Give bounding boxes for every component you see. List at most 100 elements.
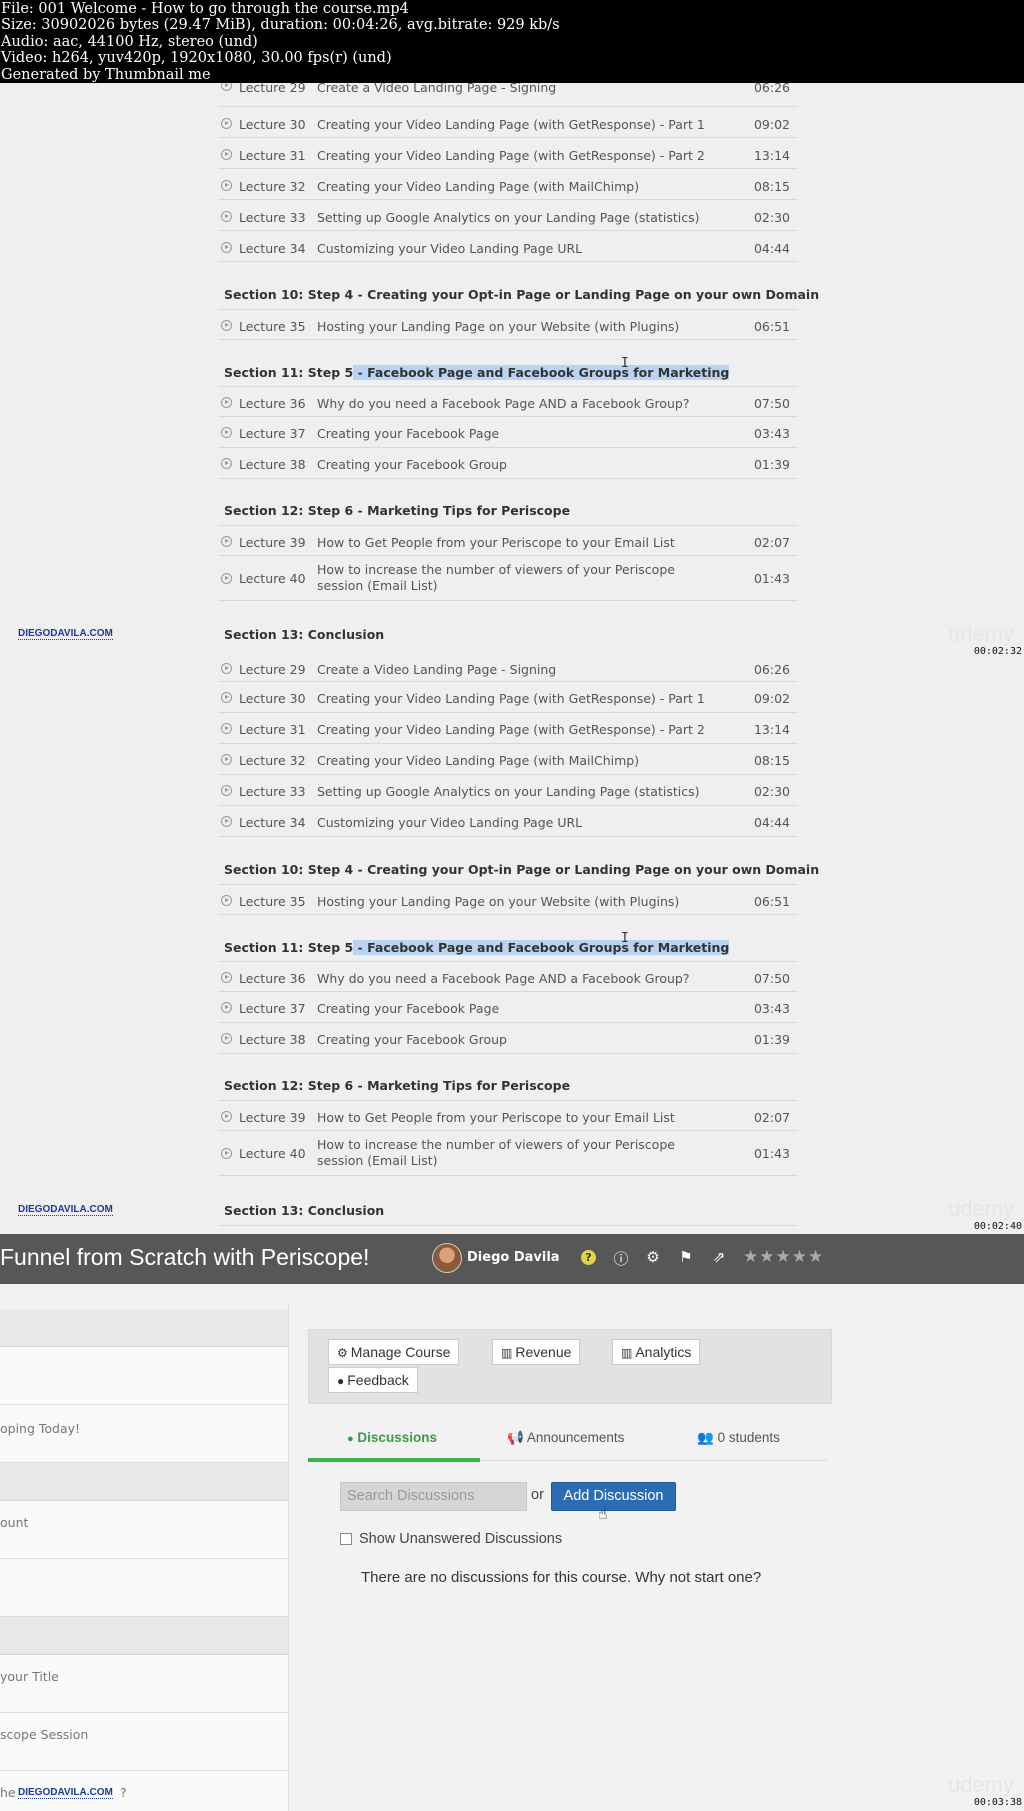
instructor-actions-panel: ⚙ Manage Course ▥ Revenue ▥ Analytics ● Feed… [308,1329,832,1404]
share-icon[interactable]: ⇗ [710,1248,728,1266]
lecture-duration: 13:14 [753,722,790,737]
lecture-number: Lecture 33 [239,784,306,799]
help-icon[interactable]: ? [581,1250,596,1265]
lecture-row[interactable]: Lecture 29 Create a Video Landing Page - … [218,658,798,682]
lecture-row[interactable]: Lecture 40 How to increase the number of … [218,556,798,601]
site-logo: DIEGODAVILA.COM [18,1787,113,1799]
left-panel-item[interactable]: he DIEGODAVILA.COM? [0,1771,288,1811]
gear-icon[interactable]: ⚙ [644,1248,662,1266]
star-icon[interactable]: ★ [792,1247,808,1267]
lecture-title: Creating your Video Landing Page (with G… [317,722,705,737]
left-panel-item-label: ount [0,1515,29,1530]
add-discussion-button[interactable]: Add Discussion [551,1482,676,1511]
lecture-title: Customizing your Video Landing Page URL [317,815,583,830]
lecture-number: Lecture 37 [239,426,306,441]
left-panel-item-label: ? [120,1785,127,1800]
udemy-watermark: udemy [947,1772,1014,1797]
lecture-row[interactable]: Lecture 30 Creating your Video Landing Pa… [218,107,798,138]
lecture-row[interactable]: Lecture 36 Why do you need a Facebook Pag… [218,386,798,417]
left-panel-item[interactable] [0,1559,288,1617]
play-circle-icon [221,1111,232,1122]
tab-discussions[interactable]: ● Discussions [347,1430,437,1445]
left-panel-item[interactable]: your Title [0,1655,288,1713]
revenue-button[interactable]: ▥ Revenue [492,1339,581,1365]
section-heading: Section 10: Step 4 - Creating your Opt-i… [224,287,820,302]
play-circle-icon [221,785,232,796]
video-info-header: File: 001 Welcome - How to go through th… [0,0,1024,83]
lecture-row[interactable]: Lecture 36 Why do you need a Facebook Pag… [218,961,798,992]
lecture-row[interactable]: Lecture 38 Creating your Facebook Group 01… [218,448,798,479]
bar-chart-icon: ▥ [621,1346,633,1360]
left-panel-header [0,1309,288,1347]
play-circle-icon [221,1002,232,1013]
lecture-row[interactable]: Lecture 38 Creating your Facebook Group 01… [218,1023,798,1054]
manage-course-button[interactable]: ⚙ Manage Course [328,1339,460,1365]
search-discussions-input[interactable]: Search Discussions [340,1482,527,1511]
site-logo: DIEGODAVILA.COM [18,628,113,640]
left-panel-item[interactable]: ount [0,1501,288,1559]
lecture-number: Lecture 35 [239,319,306,334]
lecture-duration: 09:02 [753,117,790,132]
lecture-title: Creating your Video Landing Page (with G… [317,148,705,163]
lecture-duration: 04:44 [753,241,790,256]
play-circle-icon [221,816,232,827]
rating-stars[interactable]: ★★★★★ [743,1247,824,1267]
lecture-row[interactable]: Lecture 40 How to increase the number of … [218,1131,798,1176]
left-panel-item-label: your Title [0,1669,59,1684]
lecture-title: Creating your Facebook Group [317,457,507,472]
hand-pointer-icon: ☝ [598,1504,608,1523]
author-name[interactable]: Diego Davila [467,1250,560,1265]
show-unanswered-checkbox[interactable] [340,1533,352,1545]
lecture-row[interactable]: Lecture 29 Create a Video Landing Page - … [218,83,798,107]
gear-small-icon: ⚙ [337,1346,348,1360]
lecture-title: Creating your Video Landing Page (with M… [317,179,640,194]
lecture-row[interactable]: Lecture 37 Creating your Facebook Page 03:… [218,992,798,1023]
lecture-duration: 06:26 [753,662,790,677]
feedback-button[interactable]: ● Feedback [328,1367,418,1393]
lecture-title: How to increase the number of viewers of… [317,1137,675,1168]
star-icon[interactable]: ★ [808,1247,824,1267]
tab-announcements[interactable]: 📢 Announcements [507,1430,624,1446]
lecture-row[interactable]: Lecture 33 Setting up Google Analytics on… [218,775,798,806]
analytics-button[interactable]: ▥ Analytics [612,1339,701,1365]
lecture-duration: 01:43 [753,1146,790,1161]
left-panel-item[interactable] [0,1347,288,1405]
lecture-number: Lecture 32 [239,179,306,194]
star-icon[interactable]: ★ [759,1247,775,1267]
play-circle-icon [221,458,232,469]
lecture-row[interactable]: Lecture 37 Creating your Facebook Page 03:… [218,417,798,448]
star-icon[interactable]: ★ [743,1247,759,1267]
button-label: Analytics [635,1344,692,1360]
text-cursor-icon: I [621,931,629,946]
lecture-row[interactable]: Lecture 31 Creating your Video Landing Pa… [218,138,798,169]
site-logo: DIEGODAVILA.COM [18,1204,113,1216]
left-panel-item[interactable]: oping Today! [0,1405,288,1463]
lecture-number: Lecture 31 [239,148,306,163]
tab-students[interactable]: 👥 0 students [697,1430,780,1446]
lecture-duration: 09:02 [753,691,790,706]
lecture-row[interactable]: Lecture 35 Hosting your Landing Page on y… [218,884,798,915]
lecture-row[interactable]: Lecture 31 Creating your Video Landing Pa… [218,713,798,744]
flag-icon[interactable]: ⚑ [677,1248,695,1266]
lecture-row[interactable]: Lecture 32 Creating your Video Landing Pa… [218,744,798,775]
lecture-row[interactable]: Lecture 30 Creating your Video Landing Pa… [218,682,798,713]
lecture-number: Lecture 30 [239,691,306,706]
lecture-row[interactable]: Lecture 34 Customizing your Video Landing… [218,806,798,837]
lecture-duration: 07:50 [753,971,790,986]
lecture-row[interactable]: Lecture 35 Hosting your Landing Page on y… [218,309,798,340]
lecture-row[interactable]: Lecture 39 How to Get People from your Pe… [218,525,798,556]
star-icon[interactable]: ★ [776,1247,792,1267]
left-panel-item[interactable]: scope Session [0,1713,288,1771]
lecture-number: Lecture 38 [239,1032,306,1047]
left-panel-item-label: he [0,1785,16,1800]
lecture-row[interactable]: Lecture 39 How to Get People from your Pe… [218,1100,798,1131]
lecture-duration: 01:39 [753,1032,790,1047]
avatar[interactable] [432,1243,462,1273]
info-icon[interactable]: ⓘ [612,1248,630,1269]
info-line: Generated by Thumbnail me [1,66,211,83]
lecture-title: Create a Video Landing Page - Signing [317,662,557,677]
selected-text: - Facebook Page and Facebook Groups for … [353,365,730,380]
lecture-row[interactable]: Lecture 32 Creating your Video Landing Pa… [218,169,798,200]
lecture-row[interactable]: Lecture 33 Setting up Google Analytics on… [218,200,798,231]
lecture-row[interactable]: Lecture 34 Customizing your Video Landing… [218,231,798,262]
